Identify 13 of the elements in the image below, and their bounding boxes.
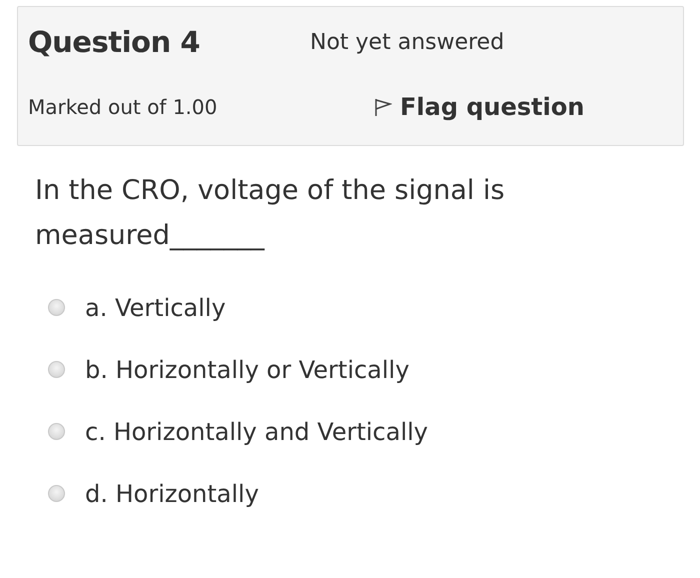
answer-option[interactable]: d. Horizontally	[85, 480, 259, 508]
answer-option[interactable]: b. Horizontally or Vertically	[85, 356, 410, 384]
question-title: Question 4	[28, 25, 200, 59]
radio-button[interactable]	[48, 299, 65, 316]
answer-option[interactable]: c. Horizontally and Vertically	[85, 418, 428, 446]
question-text: In the CRO, voltage of the signal is measured_______	[35, 174, 506, 253]
answer-status: Not yet answered	[310, 30, 504, 54]
radio-button[interactable]	[48, 485, 65, 502]
answer-option[interactable]: a. Vertically	[85, 294, 226, 322]
radio-button[interactable]	[48, 423, 65, 440]
marks-label: Marked out of 1.00	[28, 95, 218, 119]
flag-question-link[interactable]: Flag question	[374, 93, 584, 121]
radio-button[interactable]	[48, 361, 65, 378]
